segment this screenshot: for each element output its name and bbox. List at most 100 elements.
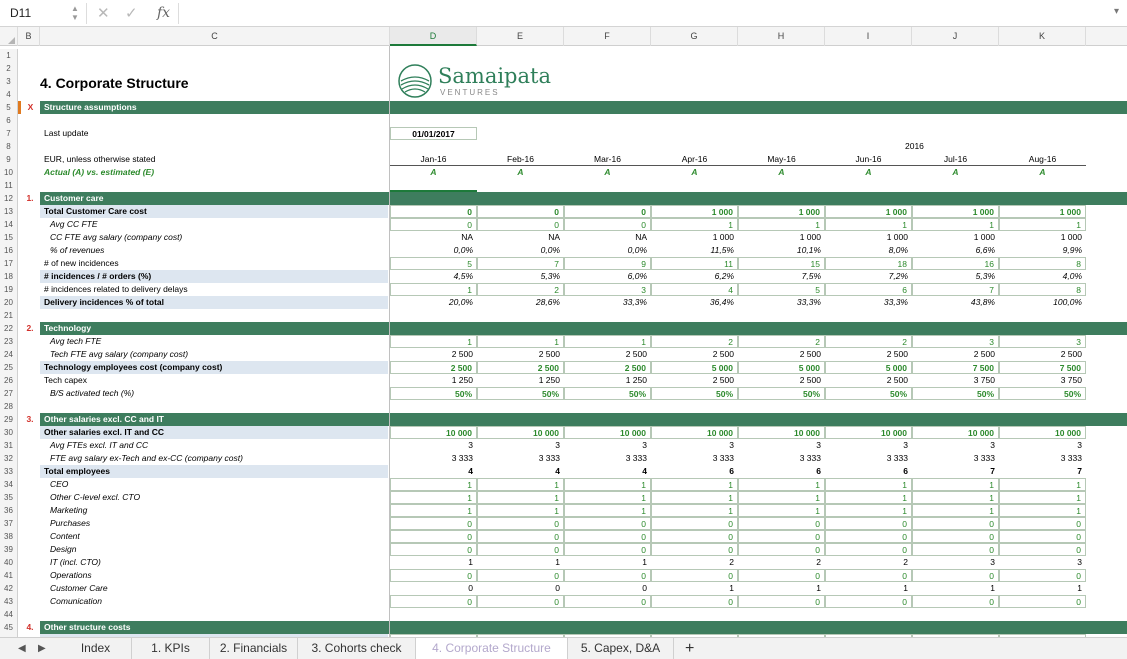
value-cell[interactable]: 0 — [912, 569, 999, 582]
value-cell[interactable]: 2 500 — [564, 361, 651, 374]
value-cell[interactable]: 4 — [651, 283, 738, 296]
sheet-tab[interactable]: 3. Cohorts check — [298, 638, 416, 659]
expand-formula-bar-icon[interactable]: ▾ — [1114, 6, 1119, 17]
row-number[interactable]: 5 — [0, 101, 18, 114]
value-cell[interactable]: 1 — [477, 504, 564, 517]
value-cell[interactable]: 0 — [564, 569, 651, 582]
value-cell[interactable]: 1 — [825, 218, 912, 231]
actual-estimate-flag[interactable]: A — [999, 166, 1086, 179]
value-cell[interactable]: 0 — [390, 517, 477, 530]
value-cell[interactable]: 1 — [390, 478, 477, 491]
row-number[interactable]: 15 — [0, 231, 18, 244]
value-cell[interactable]: 0 — [825, 595, 912, 608]
value-cell[interactable]: 50% — [825, 387, 912, 400]
value-cell[interactable]: 0 — [564, 595, 651, 608]
value-cell[interactable]: 6 — [825, 283, 912, 296]
value-cell[interactable]: 10 000 — [651, 426, 738, 439]
row-number[interactable]: 9 — [0, 153, 18, 166]
sheet-tab[interactable]: 4. Corporate Structure — [416, 638, 568, 659]
value-cell[interactable]: 1 — [912, 218, 999, 231]
value-cell[interactable]: 0 — [825, 543, 912, 556]
actual-estimate-flag[interactable]: A — [390, 166, 477, 179]
row-number[interactable]: 30 — [0, 426, 18, 439]
value-cell[interactable]: 0 — [564, 218, 651, 231]
row-number[interactable]: 13 — [0, 205, 18, 218]
row-number[interactable]: 10 — [0, 166, 18, 179]
value-cell[interactable]: 0 — [477, 218, 564, 231]
value-cell[interactable]: 5 — [390, 257, 477, 270]
value-cell[interactable]: 3 — [564, 283, 651, 296]
value-cell[interactable]: 1 000 — [738, 205, 825, 218]
value-cell[interactable]: 1 — [999, 504, 1086, 517]
row-number[interactable]: 33 — [0, 465, 18, 478]
row-number[interactable]: 28 — [0, 400, 18, 413]
value-cell[interactable]: 0 — [390, 218, 477, 231]
value-cell[interactable]: 0 — [651, 569, 738, 582]
value-cell[interactable]: 1 — [390, 335, 477, 348]
row-number[interactable]: 45 — [0, 621, 18, 634]
value-cell[interactable]: 0 — [912, 530, 999, 543]
row-number[interactable]: 37 — [0, 517, 18, 530]
row-number[interactable]: 31 — [0, 439, 18, 452]
row-number[interactable]: 26 — [0, 374, 18, 387]
value-cell[interactable]: 1 — [738, 504, 825, 517]
value-cell[interactable]: 1 — [390, 283, 477, 296]
value-cell[interactable]: 7 500 — [999, 361, 1086, 374]
value-cell[interactable]: 0 — [390, 205, 477, 218]
row-number[interactable]: 18 — [0, 270, 18, 283]
row-number[interactable]: 25 — [0, 361, 18, 374]
value-cell[interactable]: 1 — [825, 504, 912, 517]
value-cell[interactable]: 7 — [477, 257, 564, 270]
value-cell[interactable]: 1 — [825, 491, 912, 504]
value-cell[interactable]: 0 — [912, 595, 999, 608]
value-cell[interactable]: 1 — [477, 335, 564, 348]
value-cell[interactable]: 0 — [564, 543, 651, 556]
value-cell[interactable]: 1 — [564, 335, 651, 348]
value-cell[interactable]: 2 — [825, 335, 912, 348]
value-cell[interactable]: 1 — [912, 491, 999, 504]
row-number[interactable]: 6 — [0, 114, 18, 127]
column-header-g[interactable]: G — [651, 27, 738, 46]
value-cell[interactable]: 1 000 — [651, 205, 738, 218]
value-cell[interactable]: 1 000 — [912, 205, 999, 218]
value-cell[interactable]: 0 — [999, 517, 1086, 530]
value-cell[interactable]: 0 — [564, 205, 651, 218]
value-cell[interactable]: 10 000 — [999, 426, 1086, 439]
row-number[interactable]: 43 — [0, 595, 18, 608]
value-cell[interactable]: 10 000 — [738, 426, 825, 439]
value-cell[interactable]: 1 — [564, 504, 651, 517]
value-cell[interactable]: 1 — [738, 218, 825, 231]
value-cell[interactable]: 16 — [912, 257, 999, 270]
value-cell[interactable]: 1 — [999, 478, 1086, 491]
actual-estimate-flag[interactable]: A — [825, 166, 912, 179]
name-box-stepper-icon[interactable]: ▲ ▼ — [70, 4, 80, 23]
column-header-d[interactable]: D — [390, 27, 477, 46]
value-cell[interactable]: 1 000 — [999, 205, 1086, 218]
actual-estimate-flag[interactable]: A — [651, 166, 738, 179]
value-cell[interactable]: 1 — [651, 504, 738, 517]
row-number[interactable]: 4 — [0, 88, 18, 101]
value-cell[interactable]: 10 000 — [825, 426, 912, 439]
value-cell[interactable]: 0 — [390, 569, 477, 582]
sheet-tab[interactable]: Index — [60, 638, 132, 659]
value-cell[interactable]: 0 — [651, 543, 738, 556]
value-cell[interactable]: 9 — [564, 257, 651, 270]
value-cell[interactable]: 1 — [651, 478, 738, 491]
row-number[interactable]: 34 — [0, 478, 18, 491]
value-cell[interactable]: 18 — [825, 257, 912, 270]
value-cell[interactable]: 0 — [999, 530, 1086, 543]
value-cell[interactable]: 15 — [738, 257, 825, 270]
value-cell[interactable]: 50% — [912, 387, 999, 400]
value-cell[interactable]: 0 — [999, 595, 1086, 608]
last-update-input[interactable]: 01/01/2017 — [390, 127, 477, 140]
value-cell[interactable]: 3 — [999, 335, 1086, 348]
value-cell[interactable]: 0 — [825, 569, 912, 582]
column-header-e[interactable]: E — [477, 27, 564, 46]
row-number[interactable]: 32 — [0, 452, 18, 465]
frozen-pane-divider[interactable] — [389, 46, 390, 637]
value-cell[interactable]: 5 000 — [825, 361, 912, 374]
value-cell[interactable]: 1 — [564, 491, 651, 504]
value-cell[interactable]: 0 — [912, 543, 999, 556]
value-cell[interactable]: 0 — [825, 530, 912, 543]
sheet-tab[interactable]: 1. KPIs — [132, 638, 210, 659]
